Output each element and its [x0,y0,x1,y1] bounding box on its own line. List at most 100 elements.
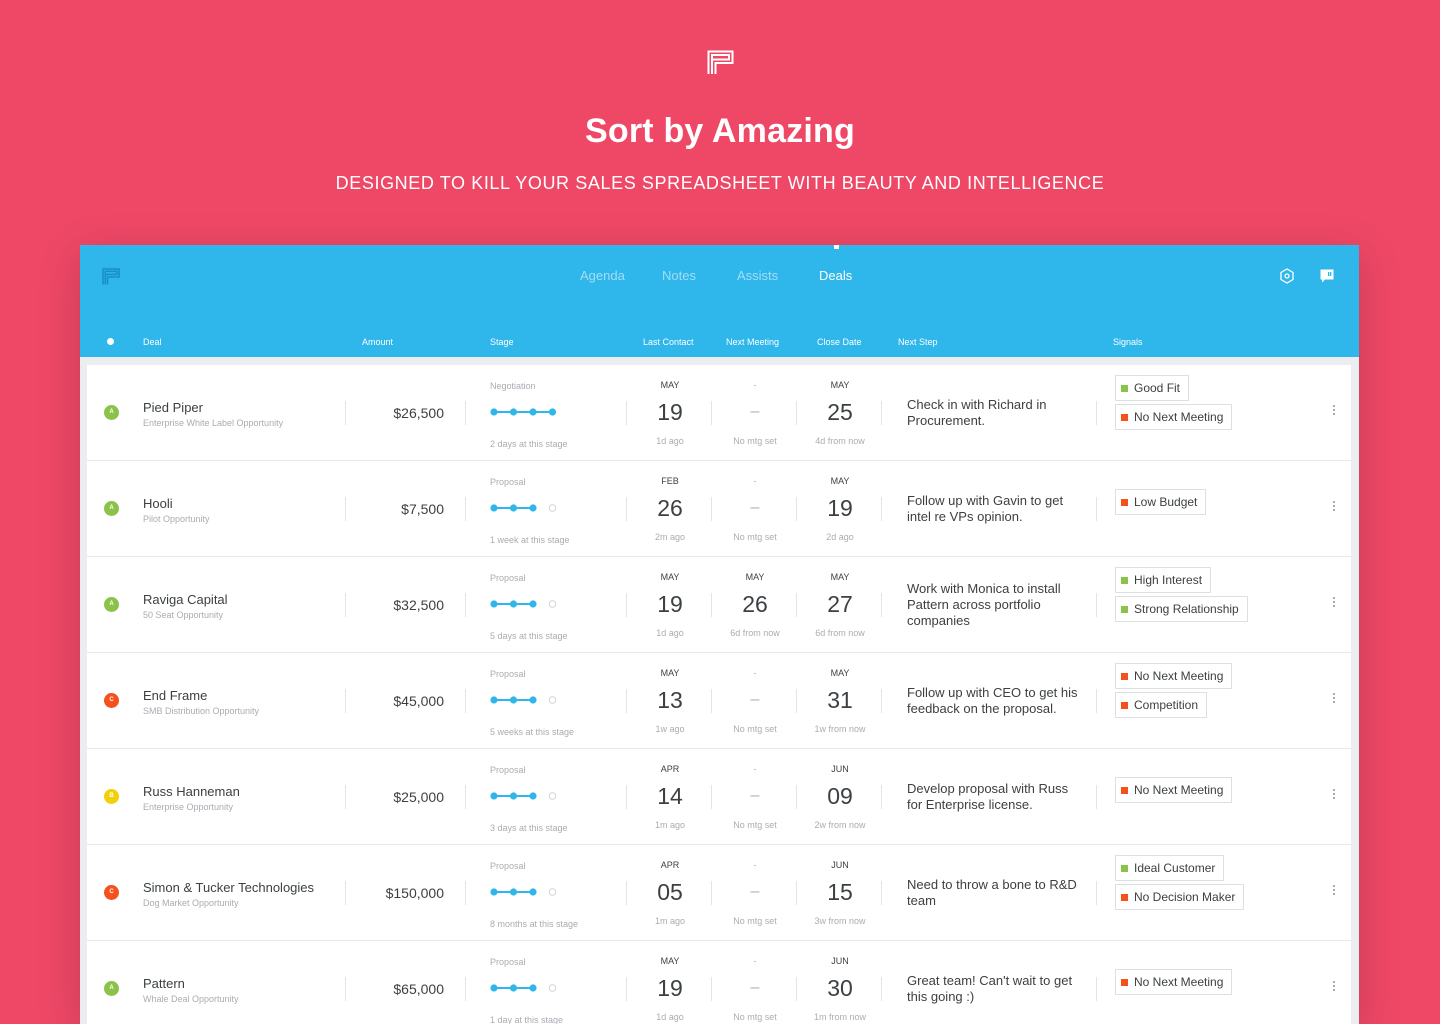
vertical-dots-icon[interactable] [1331,789,1337,805]
signal-badge[interactable]: Low Budget [1115,489,1207,515]
column-divider [881,593,882,617]
stage-label: Proposal [490,861,526,871]
column-header-next-step[interactable]: Next Step [898,337,938,347]
next-step-text[interactable]: Check in with Richard in Procurement. [907,397,1082,429]
column-divider [626,977,627,1001]
last-contact-month: MAY [660,572,680,582]
close-date-cell: MAY 19 2d ago [805,475,875,542]
next-meeting-month: - [753,764,757,774]
column-divider [465,497,466,521]
table-row[interactable]: A Pattern Whale Deal Opportunity $65,000 Pro… [87,941,1351,1024]
deal-name[interactable]: End Frame [143,688,207,703]
signal-badge[interactable]: Ideal Customer [1115,855,1225,881]
deal-name[interactable]: Raviga Capital [143,592,228,607]
table-row[interactable]: A Hooli Pilot Opportunity $7,500 Proposal 1 w… [87,461,1351,557]
column-divider [345,593,346,617]
close-date-relative: 1m from now [813,1012,866,1022]
signal-badge[interactable]: No Decision Maker [1115,884,1245,910]
stage-dot-complete [509,696,518,704]
signal-badge[interactable]: Strong Relationship [1115,596,1248,622]
deal-name[interactable]: Pattern [143,976,185,991]
next-meeting-relative: No mtg set [733,820,777,830]
deal-amount: $65,000 [393,981,444,997]
tab-notes[interactable]: Notes [662,268,696,283]
vertical-dots-icon[interactable] [1331,597,1337,613]
tab-agenda[interactable]: Agenda [580,268,625,283]
column-divider [345,689,346,713]
column-header-last-contact[interactable]: Last Contact [643,337,694,347]
vertical-dots-icon[interactable] [1331,693,1337,709]
deal-name[interactable]: Simon & Tucker Technologies [143,880,314,895]
next-step-text[interactable]: Need to throw a bone to R&D team [907,877,1082,909]
column-divider [796,977,797,1001]
column-header-signals[interactable]: Signals [1113,337,1143,347]
signal-badge[interactable]: No Next Meeting [1115,969,1233,995]
column-header-close-date[interactable]: Close Date [817,337,862,347]
vertical-dots-icon[interactable] [1331,885,1337,901]
column-header-next-meeting[interactable]: Next Meeting [726,337,779,347]
vertical-dots-icon[interactable] [1331,981,1337,997]
column-divider [711,881,712,905]
deal-name[interactable]: Pied Piper [143,400,203,415]
next-step-text[interactable]: Develop proposal with Russ for Enterpris… [907,781,1082,813]
grade-badge: A [104,501,119,516]
signal-badge[interactable]: Good Fit [1115,375,1190,401]
table-row[interactable]: C End Frame SMB Distribution Opportunity $4… [87,653,1351,749]
close-date-cell: MAY 31 1w from now [805,667,875,734]
tab-deals[interactable]: Deals [819,268,852,283]
hero-subtitle: DESIGNED TO KILL YOUR SALES SPREADSHEET … [335,173,1105,193]
stage-label: Proposal [490,957,526,967]
signal-badge[interactable]: Competition [1115,692,1208,718]
signal-badge[interactable]: High Interest [1115,567,1212,593]
signal-status-square [1121,413,1128,421]
next-step-text[interactable]: Great team! Can't wait to get this going… [907,973,1082,1005]
signal-badge[interactable]: No Next Meeting [1115,777,1233,803]
signal-label: No Next Meeting [1134,783,1224,797]
last-contact-month: MAY [660,380,680,390]
last-contact-relative: 1d ago [656,1012,684,1022]
next-meeting-month: - [753,860,757,870]
stage-progress [490,792,557,800]
close-date-month: JUN [831,764,849,774]
next-step-text[interactable]: Follow up with CEO to get his feedback o… [907,685,1082,717]
column-divider [881,881,882,905]
stage-dot-complete [509,408,518,416]
table-row[interactable]: B Russ Hanneman Enterprise Opportunity $25,… [87,749,1351,845]
stage-dot-complete [529,888,537,896]
signal-badge[interactable]: No Next Meeting [1115,404,1233,430]
column-header-amount[interactable]: Amount [362,337,393,347]
deal-name[interactable]: Hooli [143,496,173,511]
next-step-text[interactable]: Work with Monica to install Pattern acro… [907,581,1082,629]
last-contact-cell: MAY 13 1w ago [635,667,705,734]
column-header-deal[interactable]: Deal [143,337,162,347]
vertical-dots-icon[interactable] [1331,501,1337,517]
table-row[interactable]: A Raviga Capital 50 Seat Opportunity $32,50… [87,557,1351,653]
select-all-dot[interactable] [107,338,114,345]
vertical-dots-icon[interactable] [1331,405,1337,421]
next-step-text[interactable]: Follow up with Gavin to get intel re VPs… [907,493,1082,525]
stage-dot-complete [509,600,518,608]
stage-label: Proposal [490,765,526,775]
last-contact-day: 14 [657,783,683,809]
stage-progress [490,696,557,704]
grade-badge: A [104,981,119,996]
signal-badge[interactable]: No Next Meeting [1115,663,1233,689]
next-meeting-cell: - – No mtg set [720,379,790,446]
column-divider [796,593,797,617]
column-divider [626,593,627,617]
stage-duration: 5 days at this stage [490,631,568,641]
column-divider [1096,689,1097,713]
column-divider [465,977,466,1001]
next-meeting-relative: No mtg set [733,1012,777,1022]
column-divider [1096,497,1097,521]
table-row[interactable]: A Pied Piper Enterprise White Label Opport… [87,365,1351,461]
last-contact-day: 19 [657,399,683,425]
hexagon-settings-icon[interactable] [1279,268,1295,284]
table-row[interactable]: C Simon & Tucker Technologies Dog Market O… [87,845,1351,941]
chat-bubble-icon[interactable] [1319,268,1335,284]
column-header-stage[interactable]: Stage [490,337,514,347]
deal-name[interactable]: Russ Hanneman [143,784,240,799]
app-window: Agenda Notes Assists Deals Deal Amount S… [80,245,1359,1024]
tab-assists[interactable]: Assists [737,268,778,283]
column-divider [1096,977,1097,1001]
